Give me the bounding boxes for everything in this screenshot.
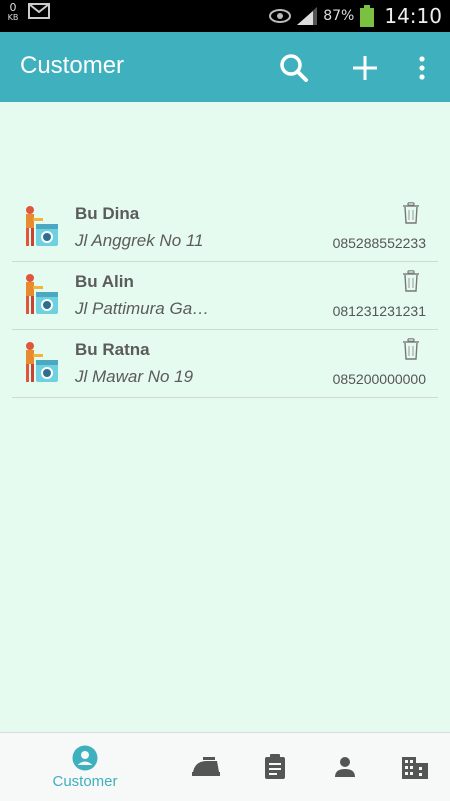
customer-icon [72, 745, 98, 770]
laundry-avatar-icon [26, 206, 58, 246]
customer-address: Jl Anggrek No 11 [75, 231, 204, 250]
delete-icon[interactable] [402, 338, 420, 360]
customer-phone: 085200000000 [332, 371, 426, 387]
customer-phone: 081231231231 [332, 303, 426, 319]
search-button[interactable] [278, 52, 310, 84]
customer-row[interactable]: Bu Dina Jl Anggrek No 11 085288552233 [12, 194, 438, 262]
laundry-avatar-icon [26, 342, 58, 382]
page-title: Customer [20, 52, 125, 79]
app-bar: Customer [0, 32, 450, 102]
plus-icon [353, 56, 377, 80]
nav-orders[interactable] [260, 733, 290, 801]
customer-row[interactable]: Bu Ratna Jl Mawar No 19 085200000000 [12, 330, 438, 398]
eye-icon [269, 9, 292, 23]
clipboard-icon [265, 754, 285, 779]
customer-address: Jl Mawar No 19 [75, 367, 194, 386]
signal-icon [297, 7, 318, 25]
delete-icon[interactable] [402, 270, 420, 292]
nav-business[interactable] [398, 733, 432, 801]
iron-icon [192, 757, 220, 776]
customer-list: Bu Dina Jl Anggrek No 11 085288552233 Bu… [12, 194, 438, 398]
data-usage-indicator: 0 KB [6, 1, 20, 23]
mail-icon [28, 3, 50, 19]
customer-name: Bu Dina [75, 204, 140, 223]
more-vertical-icon [419, 56, 425, 80]
add-customer-button[interactable] [349, 52, 381, 84]
nav-ironing[interactable] [188, 733, 224, 801]
building-icon [402, 757, 428, 779]
data-amount: 0 [9, 1, 17, 14]
overflow-menu-button[interactable] [406, 52, 438, 84]
battery-icon [360, 5, 375, 27]
search-icon [280, 54, 308, 82]
data-unit: KB [7, 13, 19, 22]
person-icon [335, 757, 355, 777]
clock: 14:10 [384, 4, 442, 28]
customer-row[interactable]: Bu Alin Jl Pattimura Ga… 081231231231 [12, 262, 438, 330]
customer-phone: 085288552233 [332, 235, 426, 251]
customer-address: Jl Pattimura Ga… [75, 299, 210, 318]
nav-customer-label: Customer [52, 772, 118, 790]
customer-name: Bu Alin [75, 272, 134, 291]
status-bar: 0 KB 87% 14:10 [0, 0, 450, 32]
delete-icon[interactable] [402, 202, 420, 224]
nav-profile[interactable] [330, 733, 360, 801]
customer-name: Bu Ratna [75, 340, 150, 359]
battery-percent: 87% [323, 8, 355, 24]
bottom-navigation: Customer [0, 732, 450, 801]
nav-customer[interactable]: Customer [40, 733, 130, 801]
laundry-avatar-icon [26, 274, 58, 314]
